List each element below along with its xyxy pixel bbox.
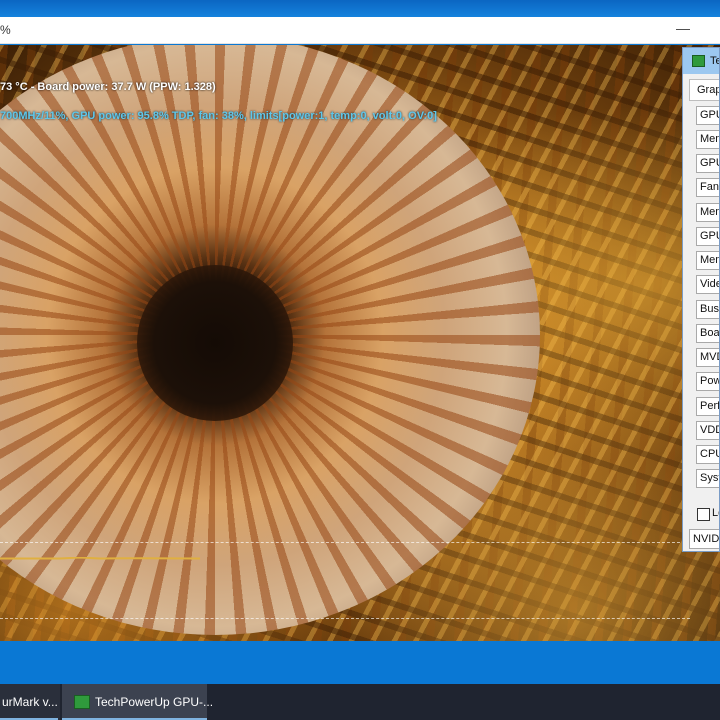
tab-graphics-card[interactable]: Graph (689, 79, 719, 101)
sensor-row[interactable]: Video (696, 275, 719, 294)
gpuz-app-icon (692, 55, 705, 67)
sensor-row[interactable]: Fan S (696, 178, 719, 197)
temperature-graph-line (0, 557, 200, 560)
furmark-render-view: 73 °C - Board power: 37.7 W (PPW: 1.328)… (0, 45, 720, 641)
overlay-gpu-stats-text: 700MHz/11%, GPU power: 95.8% TDP, fan: 3… (0, 110, 437, 122)
sensor-row[interactable]: Mem (696, 203, 719, 222)
gpuz-title: Te (710, 55, 719, 67)
sensor-row[interactable]: GPU (696, 106, 719, 125)
sensor-row[interactable]: GPU (696, 154, 719, 173)
sensor-row[interactable]: Mem (696, 251, 719, 270)
furmark-title: % (0, 23, 11, 37)
gpu-select-dropdown[interactable]: NVIDIA (689, 529, 719, 549)
overlay-temp-power-text: 73 °C - Board power: 37.7 W (PPW: 1.328) (0, 81, 216, 93)
graph-gridline-upper (0, 542, 690, 543)
sensor-row[interactable]: MVD (696, 348, 719, 367)
sensor-row[interactable]: Powe (696, 372, 719, 391)
sensor-row[interactable]: VDD (696, 421, 719, 440)
sensor-row[interactable]: Bus I (696, 300, 719, 319)
render-center (137, 265, 293, 421)
sensor-row[interactable]: CPU (696, 445, 719, 464)
gpuz-window: Te Graph GPU Mem GPU Fan S Mem GPU Mem V… (682, 47, 720, 552)
sensor-row[interactable]: PerfC (696, 397, 719, 416)
log-to-file-label: Lo (712, 507, 719, 519)
gpuz-taskbar-icon (74, 695, 90, 709)
graph-gridline-lower (0, 618, 690, 619)
desktop-background (0, 0, 720, 17)
log-to-file-checkbox[interactable] (697, 508, 710, 521)
taskbar: urMark v... TechPowerUp GPU-... (0, 684, 720, 720)
taskbar-item-label: TechPowerUp GPU-... (95, 695, 214, 709)
furmark-titlebar[interactable]: % — (0, 17, 720, 44)
sensor-row[interactable]: Syste (696, 469, 719, 488)
sensor-row[interactable]: GPU (696, 227, 719, 246)
furmark-window: % — 73 °C - Board power: 37.7 W (PPW: 1.… (0, 17, 720, 657)
minimize-button[interactable]: — (672, 19, 694, 41)
sensor-row[interactable]: Mem (696, 130, 719, 149)
sensor-row[interactable]: Boar (696, 324, 719, 343)
taskbar-item-label: urMark v... (2, 695, 58, 709)
gpuz-titlebar[interactable]: Te (683, 48, 719, 74)
taskbar-item-furmark[interactable]: urMark v... (0, 684, 60, 720)
taskbar-item-gpuz[interactable]: TechPowerUp GPU-... (62, 684, 213, 720)
